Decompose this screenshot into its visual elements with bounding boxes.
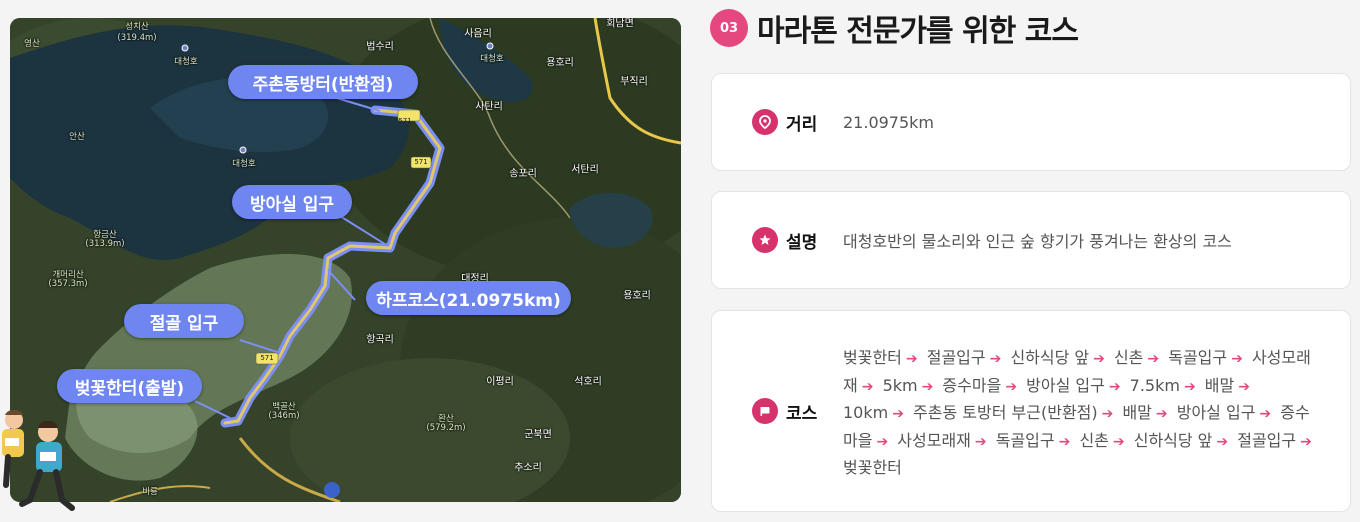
course-card: 코스 벚꽃한터 ➔ 절골입구 ➔ 신하식당 앞 ➔ 신촌 ➔ 독골입구 ➔ 사성모래재 ➔ … <box>711 310 1351 512</box>
callout-jeolgol: 절골 입구 <box>124 304 244 338</box>
map-label: 사탄리 <box>475 101 503 113</box>
map-label: 송포리 <box>509 168 537 180</box>
callout-half-course: 하프코스(21.0975km) <box>366 281 571 315</box>
course-stop: 신하식당 앞 <box>1010 348 1090 367</box>
route-badge: 571 <box>398 117 412 125</box>
arrow-right-icon: ➔ <box>876 433 889 450</box>
arrow-right-icon: ➔ <box>921 378 934 395</box>
arrow-right-icon: ➔ <box>1101 406 1114 422</box>
arrow-right-icon: ➔ <box>1112 433 1125 450</box>
arrow-right-icon: ➔ <box>1005 378 1018 395</box>
course-stop: 배말 <box>1122 403 1152 422</box>
arrow-right-icon: ➔ <box>1147 351 1160 367</box>
course-stop: 벚꽃한터 <box>843 348 902 367</box>
description-card: 설명 대청호반의 물소리와 인근 숲 향기가 풍겨나는 환상의 코스 <box>711 191 1351 289</box>
map-label: 석호리 <box>574 376 602 388</box>
course-route-list: 벚꽃한터 ➔ 절골입구 ➔ 신하식당 앞 ➔ 신촌 ➔ 독골입구 ➔ 사성모래재 ➔ 5km… <box>843 345 1320 482</box>
map-label: 대청호 <box>174 57 198 67</box>
course-stop: 배말 <box>1204 375 1235 395</box>
arrow-right-icon: ➔ <box>1108 378 1121 395</box>
map-label: 안산 <box>69 132 85 142</box>
course-stop: 절골입구 <box>1237 430 1297 450</box>
course-stop: 신하식당 앞 <box>1133 430 1213 450</box>
arrow-right-icon: ➔ <box>1183 378 1196 395</box>
arrow-right-icon: ➔ <box>892 406 904 422</box>
arrow-right-icon: ➔ <box>1216 433 1229 450</box>
distance-value: 21.0975km <box>843 112 935 132</box>
description-value: 대청호반의 물소리와 인근 숲 향기가 풍겨나는 환상의 코스 <box>843 232 1232 251</box>
arrow-right-icon: ➔ <box>1238 378 1250 395</box>
course-stop: 주촌동 토방터 부근(반환점) <box>913 403 1098 422</box>
course-stop: 10km <box>843 403 889 422</box>
course-label: 코스 <box>786 403 818 424</box>
map-label: 회남면 <box>606 18 634 30</box>
section-header: 03 마라톤 전문가를 위한 코스 <box>710 8 1079 49</box>
map-label: 서탄리 <box>571 164 599 176</box>
arrow-right-icon: ➔ <box>1155 406 1168 422</box>
course-map[interactable]: 571 571 571 성치산 (319.4m) 대청호 법수리 사음리 대청호… <box>10 18 681 502</box>
arrow-right-icon: ➔ <box>974 433 987 450</box>
callout-bangasil: 방아실 입구 <box>232 185 352 219</box>
map-label: 사음리 <box>464 28 492 40</box>
map-label: (579.2m) <box>426 423 466 433</box>
map-label: 성치산 <box>125 22 149 32</box>
distance-card: 거리 21.0975km <box>711 73 1351 171</box>
location-pin-icon <box>752 109 778 135</box>
map-pin-icon <box>181 44 189 52</box>
course-stop: 7.5km <box>1129 375 1180 395</box>
map-pin-icon <box>239 146 247 154</box>
map-label: (313.9m) <box>85 239 125 249</box>
course-stop: 벚꽃한터 <box>843 458 902 477</box>
course-stop: 사성모래재 <box>897 430 971 450</box>
map-label: (357.3m) <box>48 279 88 289</box>
map-label: 용호리 <box>546 57 574 69</box>
section-title: 마라톤 전문가를 위한 코스 <box>757 14 1079 49</box>
map-label: 용호리 <box>623 290 651 302</box>
map-label: 이평리 <box>486 376 514 388</box>
map-label: 항곡리 <box>366 334 394 346</box>
course-stop: 독골입구 <box>995 430 1055 450</box>
arrow-right-icon: ➔ <box>1300 433 1312 450</box>
map-label: (319.4m) <box>117 33 157 43</box>
arrow-right-icon: ➔ <box>989 351 1002 367</box>
map-label: 법수리 <box>366 41 394 53</box>
map-label: 영산 <box>24 39 40 49</box>
course-stop: 방아실 입구 <box>1176 403 1256 422</box>
callout-start: 벚꽃한터(출발) <box>57 369 202 403</box>
description-label-group: 설명 <box>752 227 817 253</box>
course-stop: 5km <box>882 375 918 395</box>
runners-illustration <box>2 409 75 511</box>
map-label: 부직리 <box>620 76 648 88</box>
route-badge: 571 <box>414 158 428 166</box>
arrow-right-icon: ➔ <box>1058 433 1071 450</box>
callout-turnaround: 주촌동방터(반환점) <box>228 65 418 99</box>
map-label: 군북면 <box>524 429 552 441</box>
flag-icon <box>752 398 778 424</box>
map-label: 대청호 <box>232 159 256 169</box>
map-pin-icon <box>486 42 494 50</box>
course-stop: 증수마을 <box>942 375 1002 395</box>
map-label: 대청호 <box>480 54 504 64</box>
distance-label-group: 거리 <box>752 109 817 135</box>
distance-label: 거리 <box>786 114 818 135</box>
course-stop: 독골입구 <box>1168 348 1228 367</box>
arrow-right-icon: ➔ <box>905 351 918 367</box>
arrow-right-icon: ➔ <box>1093 351 1105 367</box>
course-stop: 방아실 입구 <box>1026 375 1105 395</box>
arrow-right-icon: ➔ <box>861 378 874 395</box>
course-stop: 신촌 <box>1113 348 1144 367</box>
course-stop: 절골입구 <box>926 348 986 367</box>
star-icon <box>752 227 778 253</box>
section-number-badge: 03 <box>710 9 748 47</box>
course-stop: 신촌 <box>1079 430 1109 450</box>
map-label: (346m) <box>268 411 300 421</box>
map-label: 추소리 <box>514 462 542 474</box>
arrow-right-icon: ➔ <box>1231 351 1243 367</box>
map-label: 비룡 <box>142 487 158 497</box>
route-badge: 571 <box>260 354 274 362</box>
description-label: 설명 <box>786 232 818 253</box>
course-label-group: 코스 <box>752 398 817 424</box>
arrow-right-icon: ➔ <box>1259 406 1272 422</box>
